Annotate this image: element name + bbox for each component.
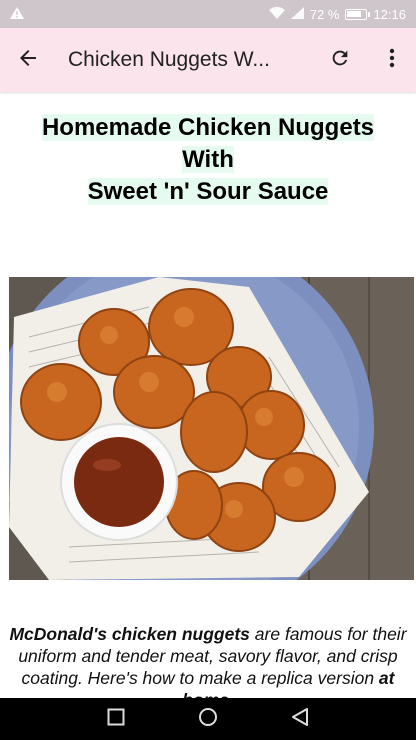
refresh-icon [329,47,351,74]
more-vert-icon [389,48,395,73]
recents-icon[interactable] [107,708,125,731]
back-button[interactable] [0,28,56,92]
battery-icon [345,8,371,20]
back-icon[interactable] [291,707,309,732]
battery-percent: 72 % [309,6,340,22]
intro-bold-start: McDonald's chicken nuggets [9,624,250,644]
back-arrow-icon [18,48,38,73]
headline-line-2: With [182,146,234,173]
wifi-icon [268,6,285,22]
warning-icon [10,6,24,22]
status-bar: 72 % 12:16 [0,0,416,28]
system-nav-bar [0,698,416,740]
page-title: Chicken Nuggets W... [68,48,270,71]
refresh-button[interactable] [312,28,368,92]
app-bar: Chicken Nuggets W... [0,28,416,92]
hero-image-chicken-nuggets [9,277,414,580]
home-icon[interactable] [198,707,218,732]
signal-icon [290,6,304,22]
clock: 12:16 [373,6,406,22]
article-intro: McDonald's chicken nuggets are famous fo… [8,623,408,698]
overflow-menu-button[interactable] [368,28,416,92]
headline-line-3: Sweet 'n' Sour Sauce [87,178,329,205]
article-content[interactable]: Homemade Chicken Nuggets With Sweet 'n' … [0,92,416,698]
headline-line-1: Homemade Chicken Nuggets [41,114,375,141]
article-headline: Homemade Chicken Nuggets With Sweet 'n' … [0,112,416,208]
